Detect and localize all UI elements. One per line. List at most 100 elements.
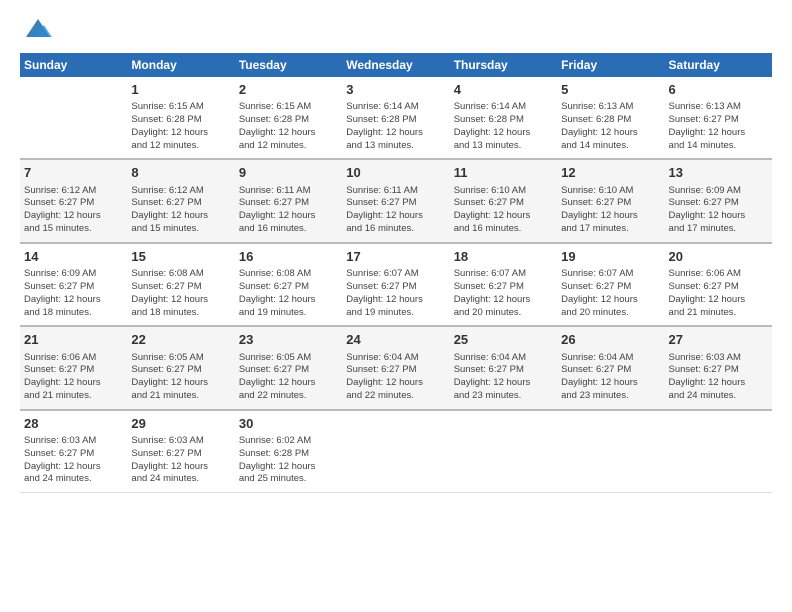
day-info: Sunrise: 6:02 AM Sunset: 6:28 PM Dayligh… <box>239 435 338 486</box>
calendar-cell: 30 Sunrise: 6:02 AM Sunset: 6:28 PM Dayli… <box>235 410 342 493</box>
calendar-cell: 19 Sunrise: 6:07 AM Sunset: 6:27 PM Dayli… <box>557 243 664 326</box>
calendar-cell: 21 Sunrise: 6:06 AM Sunset: 6:27 PM Dayli… <box>20 326 127 409</box>
day-number: 7 <box>24 164 123 182</box>
day-info: Sunrise: 6:11 AM Sunset: 6:27 PM Dayligh… <box>239 185 338 236</box>
day-info: Sunrise: 6:04 AM Sunset: 6:27 PM Dayligh… <box>561 352 660 403</box>
day-number: 17 <box>346 248 445 266</box>
calendar-cell: 29Sunrise: 6:03 AM Sunset: 6:27 PM Dayli… <box>127 410 234 493</box>
day-number: 1 <box>131 81 230 99</box>
calendar-cell <box>450 410 557 493</box>
day-info: Sunrise: 6:14 AM Sunset: 6:28 PM Dayligh… <box>454 101 553 152</box>
day-number: 27 <box>669 331 768 349</box>
day-info: Sunrise: 6:11 AM Sunset: 6:27 PM Dayligh… <box>346 185 445 236</box>
header <box>20 15 772 43</box>
day-info: Sunrise: 6:13 AM Sunset: 6:27 PM Dayligh… <box>669 101 768 152</box>
calendar-cell: 26 Sunrise: 6:04 AM Sunset: 6:27 PM Dayli… <box>557 326 664 409</box>
calendar-cell: 2Sunrise: 6:15 AM Sunset: 6:28 PM Daylig… <box>235 77 342 159</box>
calendar-table: SundayMondayTuesdayWednesdayThursdayFrid… <box>20 53 772 493</box>
header-day-saturday: Saturday <box>665 53 772 77</box>
calendar-cell: 6 Sunrise: 6:13 AM Sunset: 6:27 PM Daylig… <box>665 77 772 159</box>
day-number: 22 <box>131 331 230 349</box>
day-number: 18 <box>454 248 553 266</box>
day-info: Sunrise: 6:10 AM Sunset: 6:27 PM Dayligh… <box>561 185 660 236</box>
day-info: Sunrise: 6:03 AM Sunset: 6:27 PM Dayligh… <box>24 435 123 486</box>
day-info: Sunrise: 6:15 AM Sunset: 6:28 PM Dayligh… <box>131 101 230 152</box>
calendar-cell: 1 Sunrise: 6:15 AM Sunset: 6:28 PM Daylig… <box>127 77 234 159</box>
calendar-cell: 23 Sunrise: 6:05 AM Sunset: 6:27 PM Dayli… <box>235 326 342 409</box>
day-info: Sunrise: 6:05 AM Sunset: 6:27 PM Dayligh… <box>131 352 230 403</box>
day-info: Sunrise: 6:13 AM Sunset: 6:28 PM Dayligh… <box>561 101 660 152</box>
calendar-cell: 8 Sunrise: 6:12 AM Sunset: 6:27 PM Daylig… <box>127 159 234 242</box>
day-info: Sunrise: 6:09 AM Sunset: 6:27 PM Dayligh… <box>669 185 768 236</box>
calendar-cell: 16 Sunrise: 6:08 AM Sunset: 6:27 PM Dayli… <box>235 243 342 326</box>
calendar-cell: 11 Sunrise: 6:10 AM Sunset: 6:27 PM Dayli… <box>450 159 557 242</box>
calendar-cell: 18 Sunrise: 6:07 AM Sunset: 6:27 PM Dayli… <box>450 243 557 326</box>
calendar-cell: 9 Sunrise: 6:11 AM Sunset: 6:27 PM Daylig… <box>235 159 342 242</box>
day-number: 24 <box>346 331 445 349</box>
calendar-cell: 3 Sunrise: 6:14 AM Sunset: 6:28 PM Daylig… <box>342 77 449 159</box>
week-row-3: 14 Sunrise: 6:09 AM Sunset: 6:27 PM Dayli… <box>20 243 772 326</box>
header-row: SundayMondayTuesdayWednesdayThursdayFrid… <box>20 53 772 77</box>
day-number: 3 <box>346 81 445 99</box>
calendar-cell <box>665 410 772 493</box>
calendar-cell: 28 Sunrise: 6:03 AM Sunset: 6:27 PM Dayli… <box>20 410 127 493</box>
calendar-cell: 17 Sunrise: 6:07 AM Sunset: 6:27 PM Dayli… <box>342 243 449 326</box>
week-row-1: 1 Sunrise: 6:15 AM Sunset: 6:28 PM Daylig… <box>20 77 772 159</box>
day-info: Sunrise: 6:10 AM Sunset: 6:27 PM Dayligh… <box>454 185 553 236</box>
day-info: Sunrise: 6:03 AM Sunset: 6:27 PM Dayligh… <box>669 352 768 403</box>
day-number: 28 <box>24 415 123 433</box>
day-number: 14 <box>24 248 123 266</box>
day-number: 2 <box>239 81 338 99</box>
day-number: 11 <box>454 164 553 182</box>
day-number: 16 <box>239 248 338 266</box>
header-day-monday: Monday <box>127 53 234 77</box>
page: SundayMondayTuesdayWednesdayThursdayFrid… <box>0 0 792 612</box>
day-number: 29 <box>131 415 230 433</box>
day-number: 5 <box>561 81 660 99</box>
header-day-friday: Friday <box>557 53 664 77</box>
day-info: Sunrise: 6:04 AM Sunset: 6:27 PM Dayligh… <box>346 352 445 403</box>
header-day-tuesday: Tuesday <box>235 53 342 77</box>
day-number: 9 <box>239 164 338 182</box>
day-number: 30 <box>239 415 338 433</box>
calendar-cell: 27 Sunrise: 6:03 AM Sunset: 6:27 PM Dayli… <box>665 326 772 409</box>
day-number: 19 <box>561 248 660 266</box>
day-info: Sunrise: 6:07 AM Sunset: 6:27 PM Dayligh… <box>561 268 660 319</box>
day-number: 8 <box>131 164 230 182</box>
day-info: Sunrise: 6:07 AM Sunset: 6:27 PM Dayligh… <box>346 268 445 319</box>
day-info: Sunrise: 6:06 AM Sunset: 6:27 PM Dayligh… <box>669 268 768 319</box>
day-info: Sunrise: 6:12 AM Sunset: 6:27 PM Dayligh… <box>131 185 230 236</box>
day-number: 12 <box>561 164 660 182</box>
day-info: Sunrise: 6:08 AM Sunset: 6:27 PM Dayligh… <box>239 268 338 319</box>
calendar-cell <box>342 410 449 493</box>
calendar-cell: 14 Sunrise: 6:09 AM Sunset: 6:27 PM Dayli… <box>20 243 127 326</box>
day-number: 20 <box>669 248 768 266</box>
calendar-cell: 24 Sunrise: 6:04 AM Sunset: 6:27 PM Dayli… <box>342 326 449 409</box>
logo-icon <box>24 15 52 43</box>
header-day-thursday: Thursday <box>450 53 557 77</box>
calendar-cell: 25Sunrise: 6:04 AM Sunset: 6:27 PM Dayli… <box>450 326 557 409</box>
day-info: Sunrise: 6:05 AM Sunset: 6:27 PM Dayligh… <box>239 352 338 403</box>
week-row-2: 7 Sunrise: 6:12 AM Sunset: 6:27 PM Daylig… <box>20 159 772 242</box>
day-info: Sunrise: 6:12 AM Sunset: 6:27 PM Dayligh… <box>24 185 123 236</box>
day-info: Sunrise: 6:06 AM Sunset: 6:27 PM Dayligh… <box>24 352 123 403</box>
calendar-cell: 10Sunrise: 6:11 AM Sunset: 6:27 PM Dayli… <box>342 159 449 242</box>
day-number: 21 <box>24 331 123 349</box>
day-info: Sunrise: 6:07 AM Sunset: 6:27 PM Dayligh… <box>454 268 553 319</box>
calendar-cell: 12 Sunrise: 6:10 AM Sunset: 6:27 PM Dayli… <box>557 159 664 242</box>
calendar-cell <box>20 77 127 159</box>
week-row-4: 21 Sunrise: 6:06 AM Sunset: 6:27 PM Dayli… <box>20 326 772 409</box>
day-info: Sunrise: 6:04 AM Sunset: 6:27 PM Dayligh… <box>454 352 553 403</box>
calendar-cell: 5 Sunrise: 6:13 AM Sunset: 6:28 PM Daylig… <box>557 77 664 159</box>
calendar-cell <box>557 410 664 493</box>
day-info: Sunrise: 6:09 AM Sunset: 6:27 PM Dayligh… <box>24 268 123 319</box>
day-info: Sunrise: 6:14 AM Sunset: 6:28 PM Dayligh… <box>346 101 445 152</box>
day-number: 26 <box>561 331 660 349</box>
calendar-cell: 15Sunrise: 6:08 AM Sunset: 6:27 PM Dayli… <box>127 243 234 326</box>
week-row-5: 28 Sunrise: 6:03 AM Sunset: 6:27 PM Dayli… <box>20 410 772 493</box>
day-number: 6 <box>669 81 768 99</box>
day-number: 23 <box>239 331 338 349</box>
day-number: 4 <box>454 81 553 99</box>
day-info: Sunrise: 6:08 AM Sunset: 6:27 PM Dayligh… <box>131 268 230 319</box>
day-number: 13 <box>669 164 768 182</box>
